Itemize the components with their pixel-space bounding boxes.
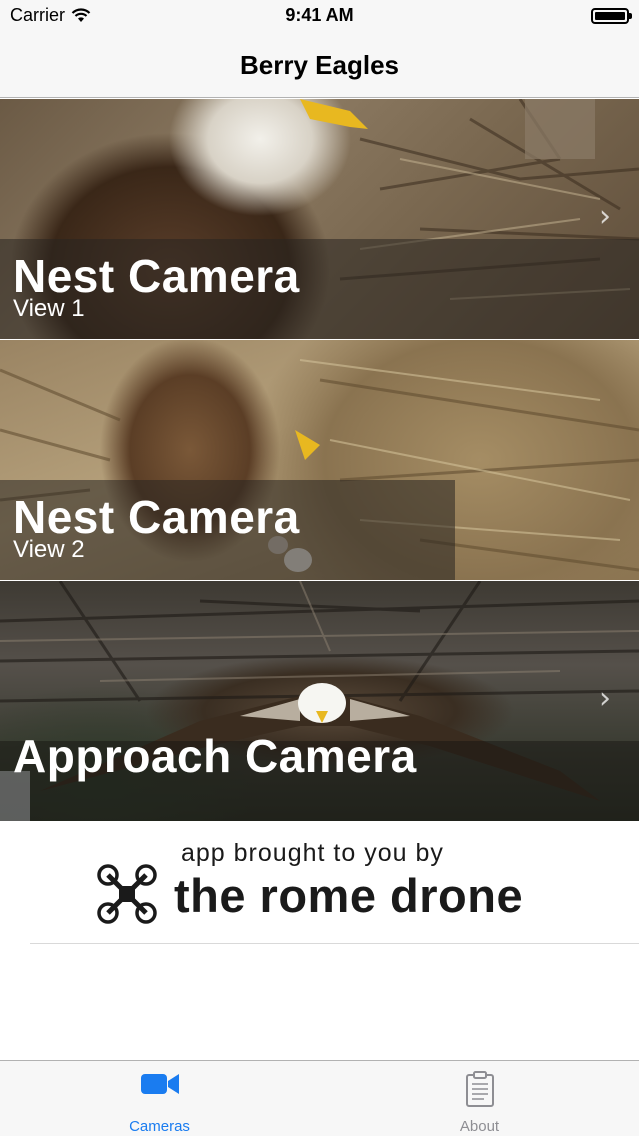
tab-cameras[interactable]: Cameras [0,1061,319,1136]
chevron-right-icon: › [599,681,611,716]
tab-bar: Cameras About [0,1060,639,1136]
tab-label: Cameras [129,1118,190,1135]
camera-title: Approach Camera [13,730,417,782]
navigation-bar: Berry Eagles [0,34,639,98]
sponsor-tagline: app brought to you by [181,839,444,867]
video-camera-icon [140,1074,179,1094]
chevron-right-icon: › [599,199,611,234]
tab-about[interactable]: About [320,1061,639,1136]
status-bar: Carrier 9:41 AM [0,0,639,34]
battery-icon [591,8,632,24]
camera-subtitle: View 2 [13,536,85,563]
sponsor-name: the rome drone [174,869,524,922]
clipboard-icon [465,1071,494,1107]
camera-row-nest-view-1[interactable]: Nest Camera View 1 › [0,99,639,339]
page-title: Berry Eagles [240,50,399,80]
tab-label: About [459,1118,500,1135]
camera-subtitle: View 1 [13,295,85,322]
status-time: 9:41 AM [285,5,354,25]
camera-row-nest-view-2[interactable]: Nest Camera View 2 [0,340,639,580]
camera-row-approach[interactable]: Approach Camera › [0,581,639,821]
drone-logo-icon [97,864,157,924]
sponsor-banner[interactable]: app brought to you by the rome drone [0,822,639,944]
divider [30,943,639,944]
